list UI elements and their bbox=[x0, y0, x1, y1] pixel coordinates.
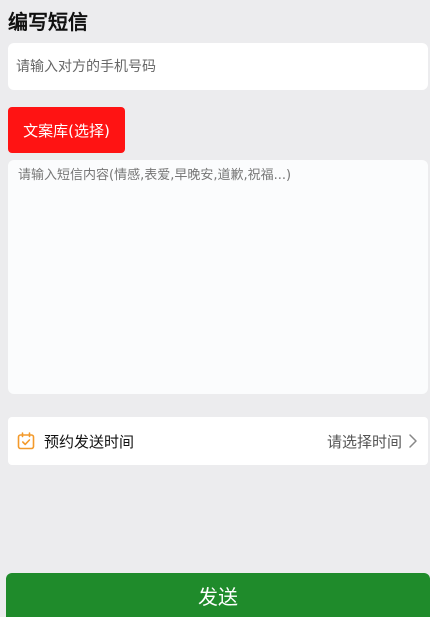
select-time-value: 请选择时间 bbox=[326, 432, 402, 451]
message-field-card bbox=[8, 160, 428, 394]
schedule-send-time-label: 预约发送时间 bbox=[44, 432, 135, 451]
page-title: 编写短信 bbox=[8, 10, 88, 34]
schedule-send-time-row[interactable]: 预约发送时间 请选择时间 bbox=[8, 417, 428, 465]
phone-number-field-card bbox=[8, 43, 428, 90]
send-button[interactable]: 发送 bbox=[6, 573, 430, 617]
calendar-check-icon bbox=[16, 431, 36, 451]
chevron-right-icon bbox=[406, 433, 420, 449]
phone-number-input[interactable] bbox=[8, 43, 428, 90]
compose-sms-page: 编写短信 文案库(选择) 预约发送时间 请选择时间 发送 bbox=[0, 0, 430, 617]
message-content-input[interactable] bbox=[8, 160, 428, 394]
text-library-button[interactable]: 文案库(选择) bbox=[8, 107, 125, 153]
